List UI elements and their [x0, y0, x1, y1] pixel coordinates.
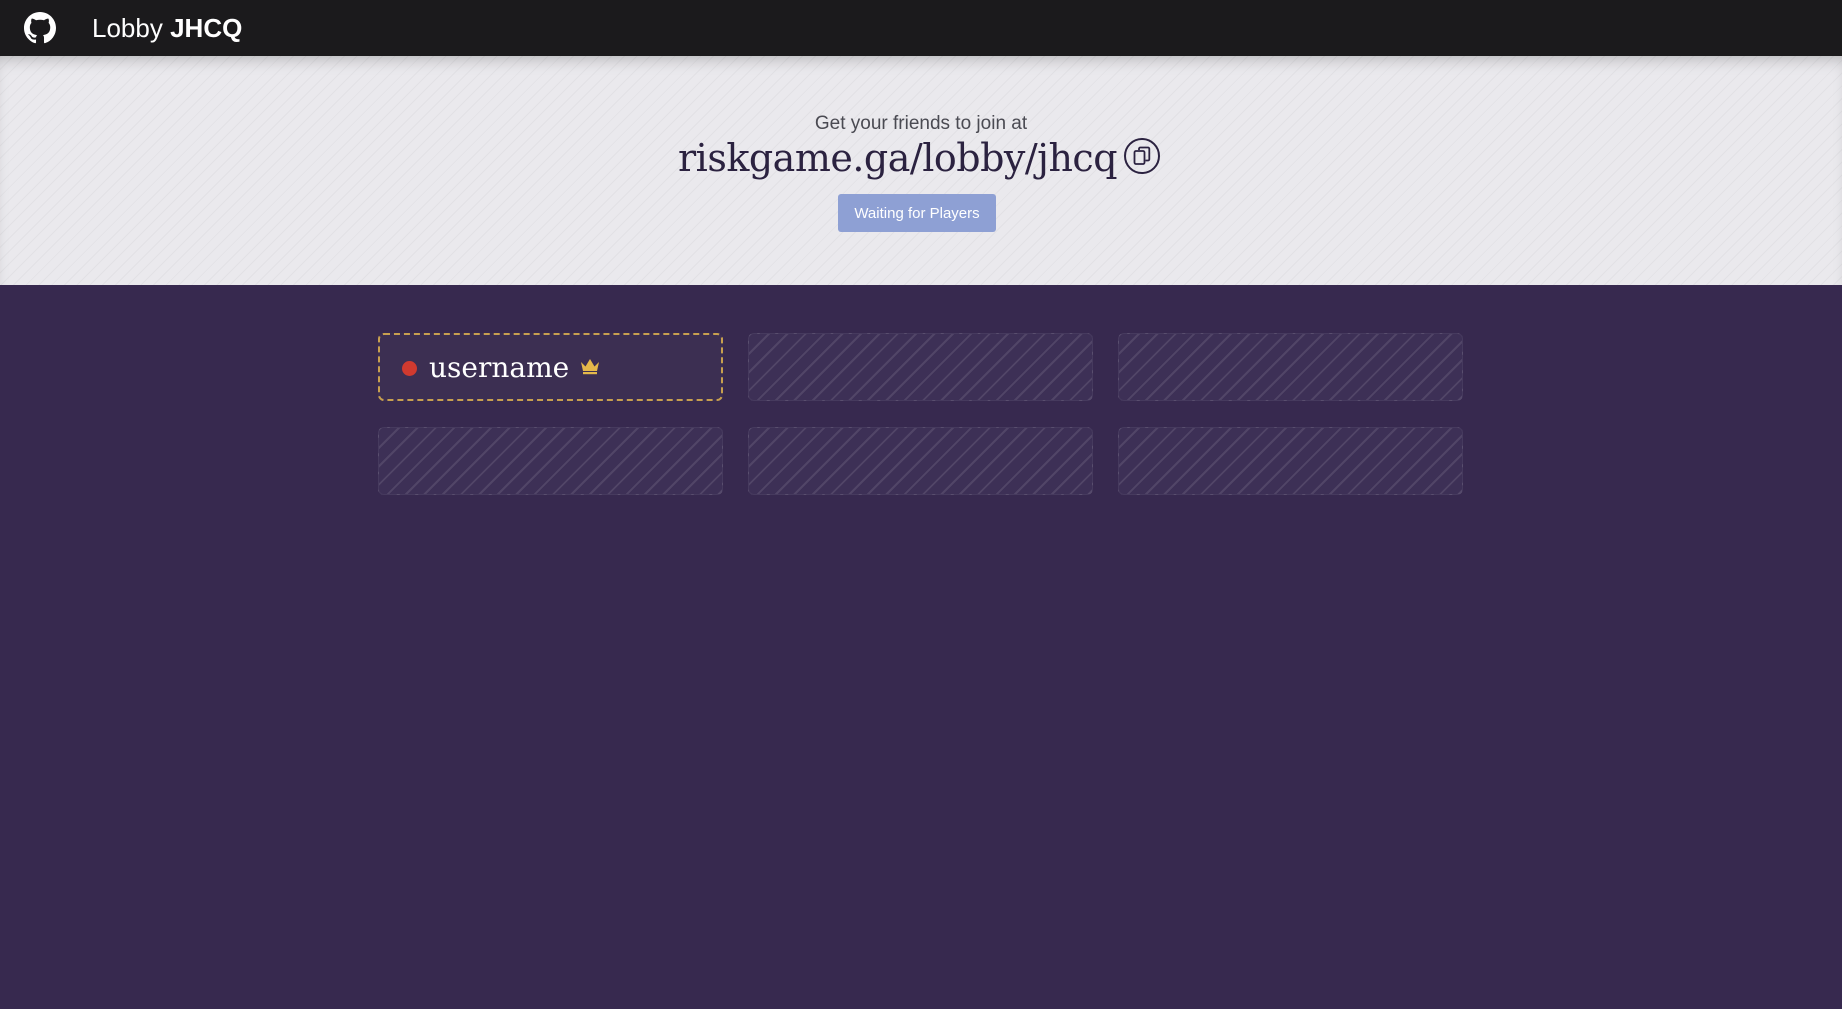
invite-url: riskgame.ga/lobby/jhcq — [678, 136, 1118, 180]
copy-icon — [1133, 146, 1151, 165]
empty-player-slot — [1118, 333, 1463, 401]
empty-player-slot — [748, 333, 1093, 401]
empty-player-slot — [748, 427, 1093, 495]
waiting-status-button[interactable]: Waiting for Players — [838, 194, 996, 232]
empty-player-slot — [1118, 427, 1463, 495]
lobby-title-prefix: Lobby — [92, 13, 163, 43]
empty-player-slot — [378, 427, 723, 495]
top-navbar: Lobby JHCQ — [0, 0, 1842, 56]
copy-link-button[interactable] — [1124, 138, 1160, 174]
player-slot-host: username — [378, 333, 723, 401]
lobby-title: Lobby JHCQ — [92, 11, 242, 45]
lobby-code: JHCQ — [170, 13, 243, 43]
player-name: username — [429, 350, 570, 384]
player-status-dot — [402, 361, 417, 376]
invite-url-row: riskgame.ga/lobby/jhcq — [678, 131, 1118, 185]
invite-banner: Get your friends to join at riskgame.ga/… — [0, 56, 1842, 285]
crown-icon — [579, 357, 601, 375]
github-icon[interactable] — [24, 12, 56, 44]
